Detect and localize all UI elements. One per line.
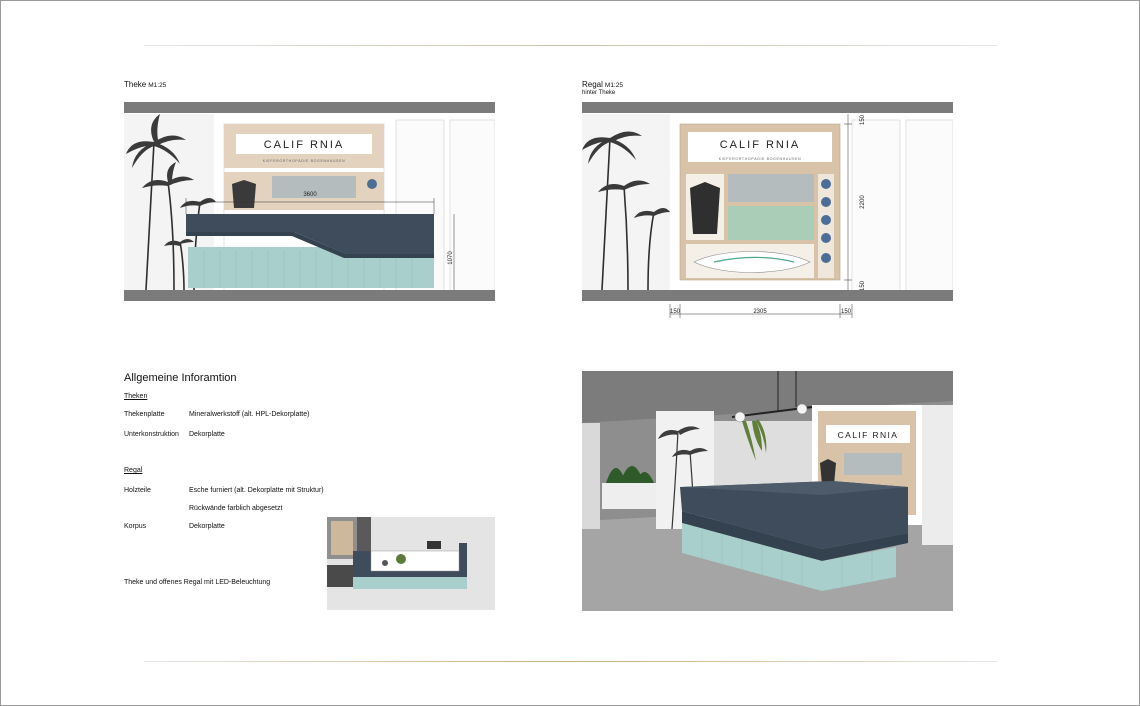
shelf-view-subtitle: hinter Theke xyxy=(582,90,616,96)
perspective-render: CALIF RNIA xyxy=(582,371,953,611)
info-note: Theke und offenes Regal mit LED-Beleucht… xyxy=(124,579,271,586)
shelf-elevation-drawing: CALIF RNIA KIEFERORTHOPÄDIE BOGENHAUSEN … xyxy=(582,102,953,318)
shelf-sign-tagline: KIEFERORTHOPÄDIE BOGENHAUSEN xyxy=(719,157,801,161)
info-rueckwaende-value: Rückwände farblich abgesetzt xyxy=(189,505,283,512)
shelf-floor-slab xyxy=(582,290,953,301)
shelf-dim-left: 150 xyxy=(670,309,681,315)
plan-thumbnail xyxy=(327,517,495,610)
render-sign-brand: CALIF RNIA xyxy=(838,430,899,440)
front-sign-tagline: KIEFERORTHOPÄDIE BOGENHAUSEN xyxy=(263,159,345,163)
floor-slab xyxy=(124,290,495,301)
front-sign-brand: CALIF RNIA xyxy=(264,139,345,151)
counter-front xyxy=(186,214,434,288)
info-korpus-label: Korpus xyxy=(124,523,147,530)
ceiling-slab xyxy=(124,102,495,113)
shelf-sign-brand: CALIF RNIA xyxy=(720,139,801,151)
shelf-dim-height: 2200 xyxy=(860,195,866,209)
front-view-title: Theke M1:25 xyxy=(124,80,166,89)
front-elevation: CALIF RNIA KIEFERORTHOPÄDIE BOGENHAUSEN xyxy=(124,102,495,301)
shelf-ceiling-slab xyxy=(582,102,953,113)
shelf-dim-right: 150 xyxy=(841,309,852,315)
drawing-sheet: Theke M1:25 CALIF RNIA KIEFERORTHOPÄDIE … xyxy=(0,0,1140,706)
shelf-view-scale: M1:25 xyxy=(604,82,623,89)
shelf-dim-top: 150 xyxy=(860,114,866,125)
perspective-render-drawing: CALIF RNIA xyxy=(582,371,953,611)
top-rule xyxy=(144,45,997,46)
info-holzteile-value: Esche furniert (alt. Dekorplatte mit Str… xyxy=(189,487,324,494)
front-dim-width: 3600 xyxy=(303,192,317,198)
tshirt-icon xyxy=(232,180,256,208)
bottom-rule xyxy=(144,661,997,662)
info-unterkonstruktion-label: Unterkonstruktion xyxy=(124,431,179,438)
shelf-elevation: CALIF RNIA KIEFERORTHOPÄDIE BOGENHAUSEN … xyxy=(582,102,953,322)
shelf-view-title: Regal M1:25 xyxy=(582,80,623,89)
shelf-dim-width: 2305 xyxy=(753,309,767,315)
front-elevation-drawing: CALIF RNIA KIEFERORTHOPÄDIE BOGENHAUSEN xyxy=(124,102,495,301)
plan-thumbnail-drawing xyxy=(327,517,495,610)
info-holzteile-label: Holzteile xyxy=(124,487,151,494)
info-unterkonstruktion-value: Dekorplatte xyxy=(189,431,225,438)
info-thekenplatte-label: Thekenplatte xyxy=(124,411,165,418)
info-thekenplatte-value: Mineralwerkstoff (alt. HPL-Dekorplatte) xyxy=(189,411,310,418)
front-view-scale: M1:25 xyxy=(148,82,167,89)
front-view-title-text: Theke xyxy=(124,80,147,89)
shelf-view-title-text: Regal xyxy=(582,80,603,89)
shirt-icon xyxy=(690,182,720,234)
info-regal-heading: Regal xyxy=(124,467,143,474)
front-dim-height: 1070 xyxy=(448,251,454,265)
info-theken-heading: Theken xyxy=(124,393,148,400)
palm-mural-shelf xyxy=(582,114,670,291)
info-korpus-value: Dekorplatte xyxy=(189,523,225,530)
info-heading: Allgemeine Inforamtion xyxy=(124,372,237,384)
